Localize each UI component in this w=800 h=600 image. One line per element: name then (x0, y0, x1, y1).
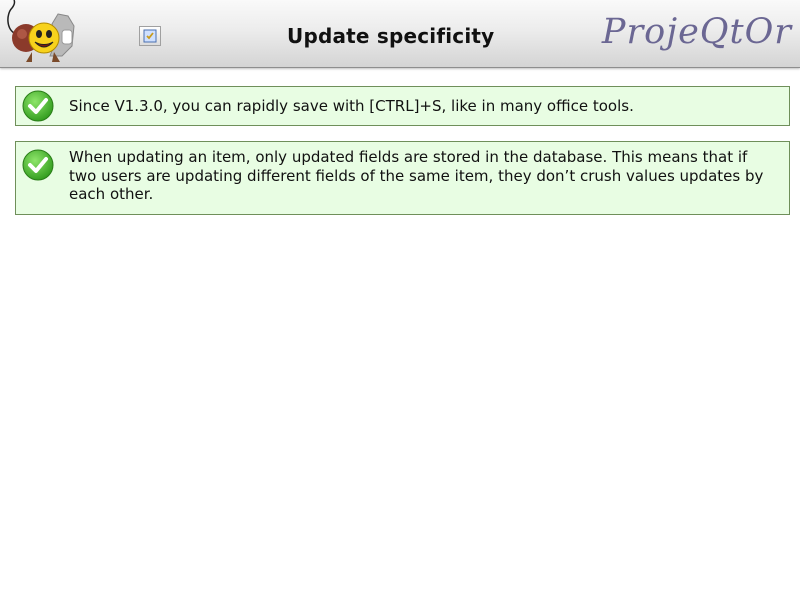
brand-logo-text: ProjeQtOr (601, 12, 792, 52)
note-text: Since V1.3.0, you can rapidly save with … (69, 97, 634, 115)
info-note: Since V1.3.0, you can rapidly save with … (15, 86, 790, 126)
info-note: When updating an item, only updated fiel… (15, 141, 790, 215)
help-page-icon[interactable] (139, 26, 161, 46)
smiley-mascot-logo-icon[interactable] (2, 0, 82, 66)
header-bar: Update specificity ProjeQtOr (0, 0, 800, 68)
checkmark-icon (22, 90, 54, 122)
checkmark-icon (22, 149, 54, 181)
note-text: When updating an item, only updated fiel… (69, 148, 764, 203)
page-title: Update specificity (287, 24, 495, 48)
